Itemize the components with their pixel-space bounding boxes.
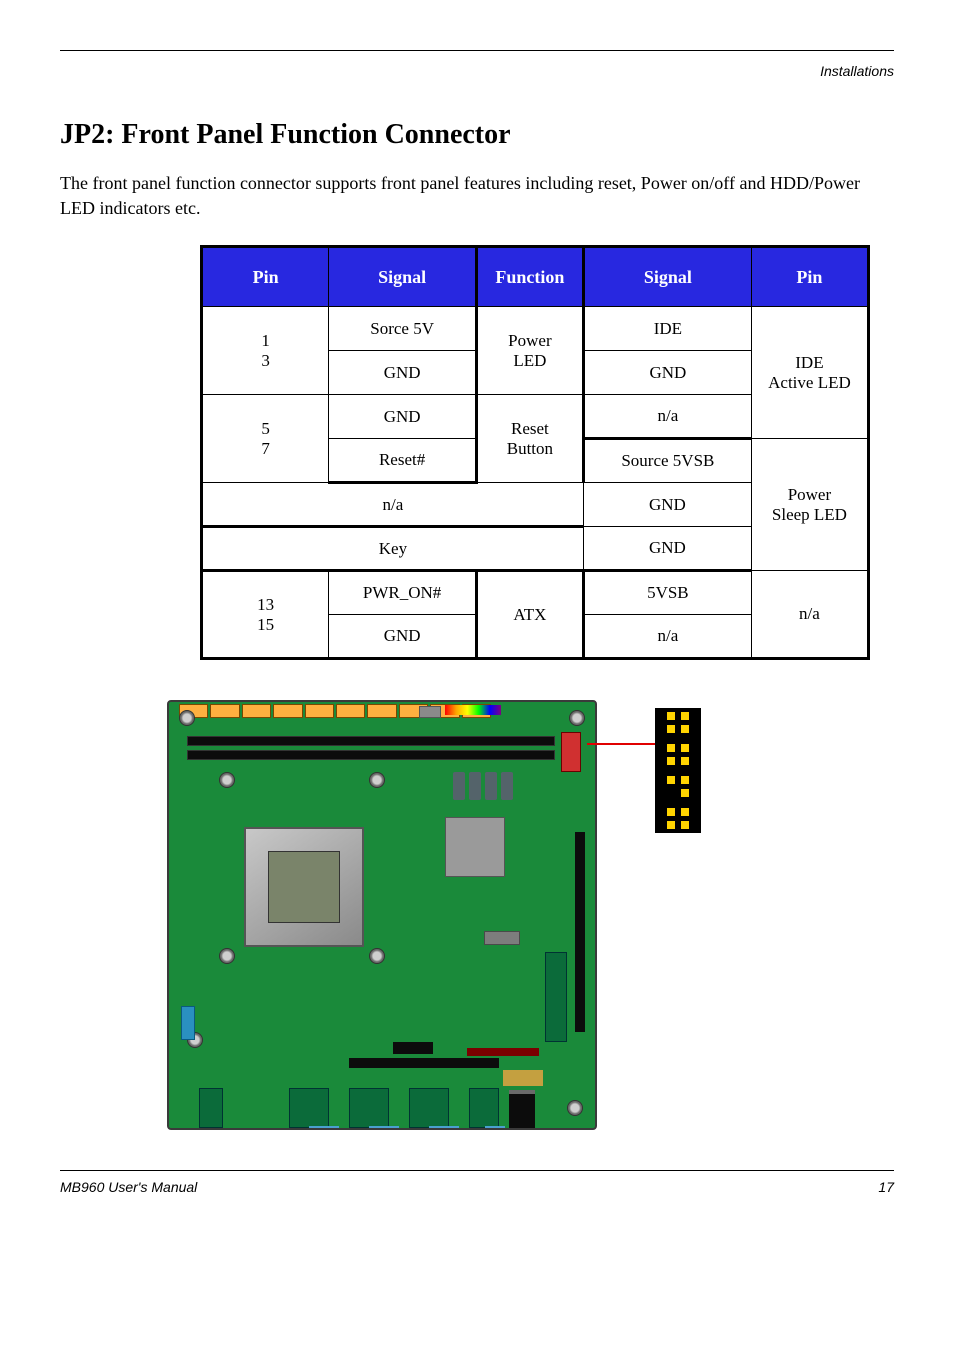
header-right: Installations <box>60 63 894 79</box>
th-pin-left: Pin <box>202 247 329 307</box>
cell-sig-right: 5VSB <box>583 571 751 615</box>
header-rule <box>60 50 894 51</box>
cell-func: Power LED <box>476 307 583 395</box>
cell-sig-right: n/a <box>583 615 751 659</box>
cell-sig-right: IDE <box>583 307 751 351</box>
footer-rule <box>60 1170 894 1179</box>
cell-func: ATX <box>476 571 583 659</box>
cell-sig-left: Reset# <box>329 439 477 483</box>
cell-sig-right: n/a <box>583 395 751 439</box>
cell-pin-left: 1315 <box>202 571 329 659</box>
cell-pin-left: 13 <box>202 307 329 395</box>
th-signal-right: Signal <box>583 247 751 307</box>
section-desc: The front panel function connector suppo… <box>60 171 894 221</box>
table-row: 1315 PWR_ON# ATX 5VSB n/a <box>202 571 869 615</box>
table-row: 13 Sorce 5V Power LED IDE IDE Active LED <box>202 307 869 351</box>
cell-sig-left: GND <box>329 395 477 439</box>
jp2-location <box>561 732 581 772</box>
cell-sig-right: Source 5VSB <box>583 439 751 483</box>
cell-key: Key <box>202 527 584 571</box>
cell-pin-left: 57 <box>202 395 329 483</box>
cell-sig-left: GND <box>329 351 477 395</box>
cell-sig-right: GND <box>583 527 751 571</box>
cell-func-right: Power Sleep LED <box>751 439 868 571</box>
callout-line <box>587 743 655 745</box>
cell-sig-left: GND <box>329 615 477 659</box>
pin-table: Pin Signal Function Signal Pin 13 Sorce … <box>200 245 870 660</box>
cell-func-right: IDE Active LED <box>751 307 868 439</box>
th-pin-right: Pin <box>751 247 868 307</box>
footer-left: MB960 User's Manual <box>60 1179 197 1195</box>
cell-sig-left: PWR_ON# <box>329 571 477 615</box>
cell-na: n/a <box>202 483 584 527</box>
motherboard-image <box>167 700 597 1130</box>
table-head: Pin Signal Function Signal Pin <box>202 247 869 307</box>
cell-func-right: n/a <box>751 571 868 659</box>
footer-right: 17 <box>878 1179 894 1195</box>
footer: MB960 User's Manual 17 <box>60 1179 894 1195</box>
board-illustration <box>167 700 787 1130</box>
th-function: Function <box>476 247 583 307</box>
jp2-pin-diagram <box>655 708 701 833</box>
cell-sig-right: GND <box>583 483 751 527</box>
section-title: JP2: Front Panel Function Connector <box>60 119 894 151</box>
th-signal-left: Signal <box>329 247 477 307</box>
cell-sig-right: GND <box>583 351 751 395</box>
cell-sig-left: Sorce 5V <box>329 307 477 351</box>
cell-func: Reset Button <box>476 395 583 483</box>
